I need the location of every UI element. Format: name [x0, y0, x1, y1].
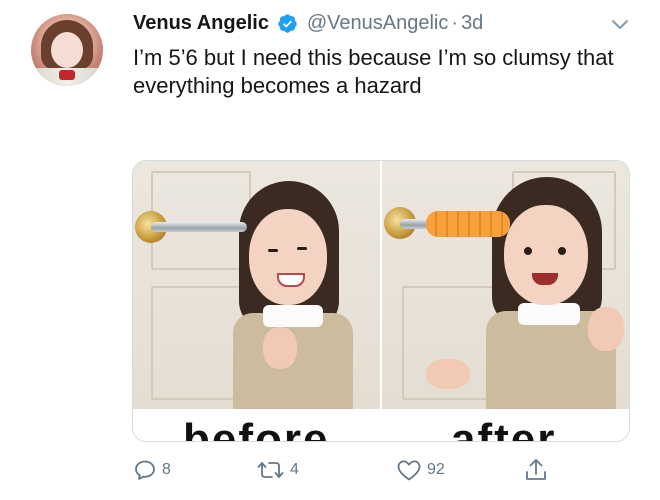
avatar[interactable] — [31, 14, 103, 86]
kid-hand — [426, 359, 470, 389]
kid-hand — [263, 327, 297, 369]
foam-guard — [426, 211, 510, 237]
tweet-header: Venus Angelic @VenusAngelic · 3d — [133, 12, 483, 42]
kid-face — [504, 205, 588, 305]
kid-eye — [268, 249, 278, 252]
verified-badge-icon — [278, 14, 298, 33]
display-name[interactable]: Venus Angelic — [133, 12, 269, 34]
avatar-face — [51, 32, 83, 68]
kid-eye — [297, 247, 307, 250]
share-icon — [526, 459, 546, 480]
door-lever — [151, 222, 247, 232]
reply-button[interactable]: 8 — [133, 455, 171, 485]
before-label: before — [183, 415, 330, 441]
tweet-text: I’m 5’6 but I need this because I’m so c… — [133, 45, 614, 98]
action-bar: 8 4 92 — [133, 455, 613, 485]
after-photo — [382, 161, 629, 409]
retweet-button[interactable]: 4 — [257, 455, 299, 485]
avatar-bow — [59, 70, 75, 80]
before-photo — [133, 161, 380, 409]
retweet-count: 4 — [290, 461, 299, 478]
kid-eye — [524, 247, 532, 255]
timestamp[interactable]: 3d — [461, 12, 483, 34]
share-button[interactable] — [524, 455, 548, 485]
heart-icon — [397, 460, 421, 481]
like-button[interactable]: 92 — [396, 455, 445, 485]
retweet-icon — [257, 462, 284, 478]
separator-dot: · — [451, 12, 459, 34]
kid-collar — [518, 303, 580, 325]
tweet[interactable]: Venus Angelic @VenusAngelic · 3d I’m 5’6 b… — [0, 0, 660, 500]
kid-eye — [558, 247, 566, 255]
chevron-down-icon[interactable] — [611, 18, 629, 32]
kid-face — [249, 209, 327, 305]
caption-strip: before after — [133, 409, 629, 441]
handle[interactable]: @VenusAngelic — [307, 12, 449, 34]
kid-collar — [263, 305, 323, 327]
kid-mouth — [277, 273, 305, 287]
after-label: after — [451, 415, 557, 441]
tweet-media[interactable]: before after — [132, 160, 630, 442]
reply-icon — [135, 460, 155, 480]
kid-thumbs-up — [588, 307, 624, 351]
reply-count: 8 — [162, 461, 171, 478]
like-count: 92 — [427, 461, 445, 478]
